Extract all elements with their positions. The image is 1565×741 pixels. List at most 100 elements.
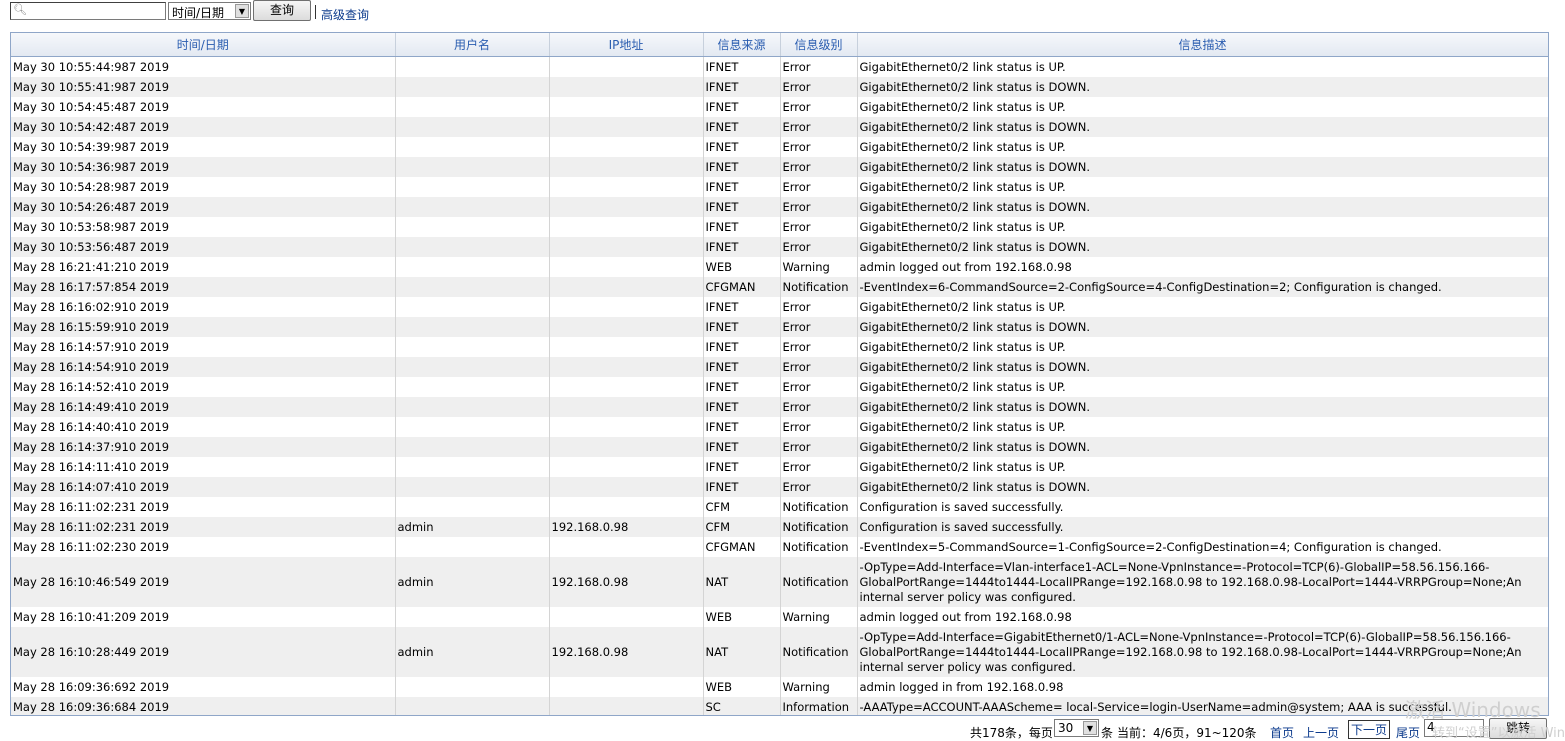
per-page-select[interactable]: 30 ▼ <box>1054 719 1099 737</box>
table-row[interactable]: May 28 16:10:41:209 2019 WEB Warning admin … <box>11 607 1548 627</box>
table-row[interactable]: May 30 10:54:28:987 2019 IFNET Error Gigabi… <box>11 177 1548 197</box>
cell-time: May 30 10:54:36:987 2019 <box>11 157 396 177</box>
cell-time: May 28 16:14:49:410 2019 <box>11 397 396 417</box>
column-header-ip[interactable]: IP地址 <box>549 33 704 57</box>
table-row[interactable]: May 30 10:54:45:487 2019 IFNET Error Gigabi… <box>11 97 1548 117</box>
cell-time: May 28 16:09:36:692 2019 <box>11 677 396 697</box>
query-button[interactable]: 查询 <box>253 0 311 21</box>
table-row[interactable]: May 28 16:11:02:231 2019 CFM Notification C… <box>11 497 1548 517</box>
table-row[interactable]: May 30 10:54:39:987 2019 IFNET Error Gigabi… <box>11 137 1548 157</box>
table-row[interactable]: May 28 16:09:36:684 2019 SC Information -AA… <box>11 697 1548 715</box>
cell-user <box>395 477 550 497</box>
log-table-container: 时间/日期 用户名 IP地址 信息来源 信息级别 信息描述 May 30 10:… <box>10 32 1549 716</box>
column-header-user[interactable]: 用户名 <box>395 33 550 57</box>
table-row[interactable]: May 28 16:21:41:210 2019 WEB Warning admin … <box>11 257 1548 277</box>
cell-ip <box>549 537 704 557</box>
cell-source: IFNET <box>703 197 781 217</box>
cell-source: IFNET <box>703 237 781 257</box>
cell-user <box>395 217 550 237</box>
table-row[interactable]: May 30 10:54:36:987 2019 IFNET Error Gigabi… <box>11 157 1548 177</box>
column-header-source[interactable]: 信息来源 <box>703 33 781 57</box>
cell-ip <box>549 177 704 197</box>
table-row[interactable]: May 30 10:54:26:487 2019 IFNET Error Gigabi… <box>11 197 1548 217</box>
cell-user <box>395 237 550 257</box>
table-row[interactable]: May 28 16:11:02:231 2019 admin 192.168.0.9… <box>11 517 1548 537</box>
cell-user <box>395 137 550 157</box>
cell-source: IFNET <box>703 317 781 337</box>
cell-description: admin logged out from 192.168.0.98 <box>857 257 1548 277</box>
cell-description: GigabitEthernet0/2 link status is UP. <box>857 377 1548 397</box>
cell-time: May 28 16:14:40:410 2019 <box>11 417 396 437</box>
table-row[interactable]: May 28 16:14:49:410 2019 IFNET Error Gigabi… <box>11 397 1548 417</box>
cell-user <box>395 117 550 137</box>
cell-description: admin logged out from 192.168.0.98 <box>857 607 1548 627</box>
cell-source: IFNET <box>703 177 781 197</box>
next-page-link[interactable]: 下一页 <box>1348 720 1391 739</box>
table-row[interactable]: May 30 10:55:41:987 2019 IFNET Error Gigabi… <box>11 77 1548 97</box>
pagination: 共178条，每页 30 ▼ 条 当前：4/6页，91~120条 首页 上一页 下… <box>0 716 1565 741</box>
cell-source: IFNET <box>703 97 781 117</box>
cell-description: GigabitEthernet0/2 link status is DOWN. <box>857 317 1548 337</box>
cell-time: May 28 16:14:57:910 2019 <box>11 337 396 357</box>
table-row[interactable]: May 28 16:10:28:449 2019 admin 192.168.0.9… <box>11 627 1548 677</box>
table-row[interactable]: May 30 10:54:42:487 2019 IFNET Error Gigabi… <box>11 117 1548 137</box>
table-row[interactable]: May 28 16:17:57:854 2019 CFGMAN Notificati… <box>11 277 1548 297</box>
search-field[interactable]: 🔍︎ <box>10 2 166 20</box>
search-input[interactable] <box>25 4 163 18</box>
cell-ip <box>549 607 704 627</box>
pager-unit: 条 <box>1101 726 1114 740</box>
cell-source: IFNET <box>703 397 781 417</box>
table-row[interactable]: May 30 10:53:58:987 2019 IFNET Error Gigabi… <box>11 217 1548 237</box>
table-row[interactable]: May 28 16:09:36:692 2019 WEB Warning admin … <box>11 677 1548 697</box>
cell-level: Error <box>780 137 858 157</box>
field-select[interactable]: 时间/日期 ▼ <box>168 2 251 20</box>
cell-source: IFNET <box>703 157 781 177</box>
cell-ip <box>549 437 704 457</box>
cell-source: NAT <box>703 557 781 607</box>
cell-time: May 30 10:54:42:487 2019 <box>11 117 396 137</box>
cell-ip <box>549 217 704 237</box>
table-row[interactable]: May 28 16:14:57:910 2019 IFNET Error Gigabi… <box>11 337 1548 357</box>
cell-level: Warning <box>780 607 858 627</box>
cell-source: IFNET <box>703 137 781 157</box>
column-header-description[interactable]: 信息描述 <box>857 33 1548 57</box>
cell-user <box>395 337 550 357</box>
table-row[interactable]: May 30 10:53:56:487 2019 IFNET Error Gigabi… <box>11 237 1548 257</box>
last-page-link[interactable]: 尾页 <box>1396 724 1420 741</box>
table-row[interactable]: May 28 16:15:59:910 2019 IFNET Error Gigabi… <box>11 317 1548 337</box>
cell-level: Error <box>780 397 858 417</box>
activation-watermark: 激活 Windows <box>1405 698 1541 722</box>
cell-description: -OpType=Add-Interface=GigabitEthernet0/1… <box>857 627 1548 677</box>
table-row[interactable]: May 28 16:14:37:910 2019 IFNET Error Gigabi… <box>11 437 1548 457</box>
cell-user <box>395 277 550 297</box>
table-row[interactable]: May 30 10:55:44:987 2019 IFNET Error Gigabi… <box>11 56 1548 77</box>
cell-time: May 28 16:10:28:449 2019 <box>11 627 396 677</box>
advanced-query-link[interactable]: 高级查询 <box>321 6 369 23</box>
cell-level: Information <box>780 697 858 715</box>
column-header-time[interactable]: 时间/日期 <box>11 33 396 57</box>
prev-page-link[interactable]: 上一页 <box>1303 724 1339 741</box>
table-row[interactable]: May 28 16:14:52:410 2019 IFNET Error Gigabi… <box>11 377 1548 397</box>
table-row[interactable]: May 28 16:14:07:410 2019 IFNET Error Gigabi… <box>11 477 1548 497</box>
cell-source: CFGMAN <box>703 277 781 297</box>
cell-user <box>395 177 550 197</box>
table-row[interactable]: May 28 16:10:46:549 2019 admin 192.168.0.9… <box>11 557 1548 607</box>
table-row[interactable]: May 28 16:14:54:910 2019 IFNET Error Gigabi… <box>11 357 1548 377</box>
cell-time: May 28 16:14:07:410 2019 <box>11 477 396 497</box>
cell-user <box>395 497 550 517</box>
column-header-level[interactable]: 信息级别 <box>780 33 858 57</box>
table-row[interactable]: May 28 16:11:02:230 2019 CFGMAN Notificati… <box>11 537 1548 557</box>
table-row[interactable]: May 28 16:14:40:410 2019 IFNET Error Gigabi… <box>11 417 1548 437</box>
cell-time: May 28 16:15:59:910 2019 <box>11 317 396 337</box>
cell-source: WEB <box>703 257 781 277</box>
chevron-down-icon[interactable]: ▼ <box>235 4 249 18</box>
table-row[interactable]: May 28 16:14:11:410 2019 IFNET Error Gigabi… <box>11 457 1548 477</box>
table-row[interactable]: May 28 16:16:02:910 2019 IFNET Error Gigabi… <box>11 297 1548 317</box>
cell-time: May 28 16:14:54:910 2019 <box>11 357 396 377</box>
cell-user <box>395 537 550 557</box>
first-page-link[interactable]: 首页 <box>1270 724 1294 741</box>
cell-source: IFNET <box>703 117 781 137</box>
chevron-down-icon[interactable]: ▼ <box>1083 721 1097 735</box>
cell-ip <box>549 397 704 417</box>
cell-level: Notification <box>780 557 858 607</box>
